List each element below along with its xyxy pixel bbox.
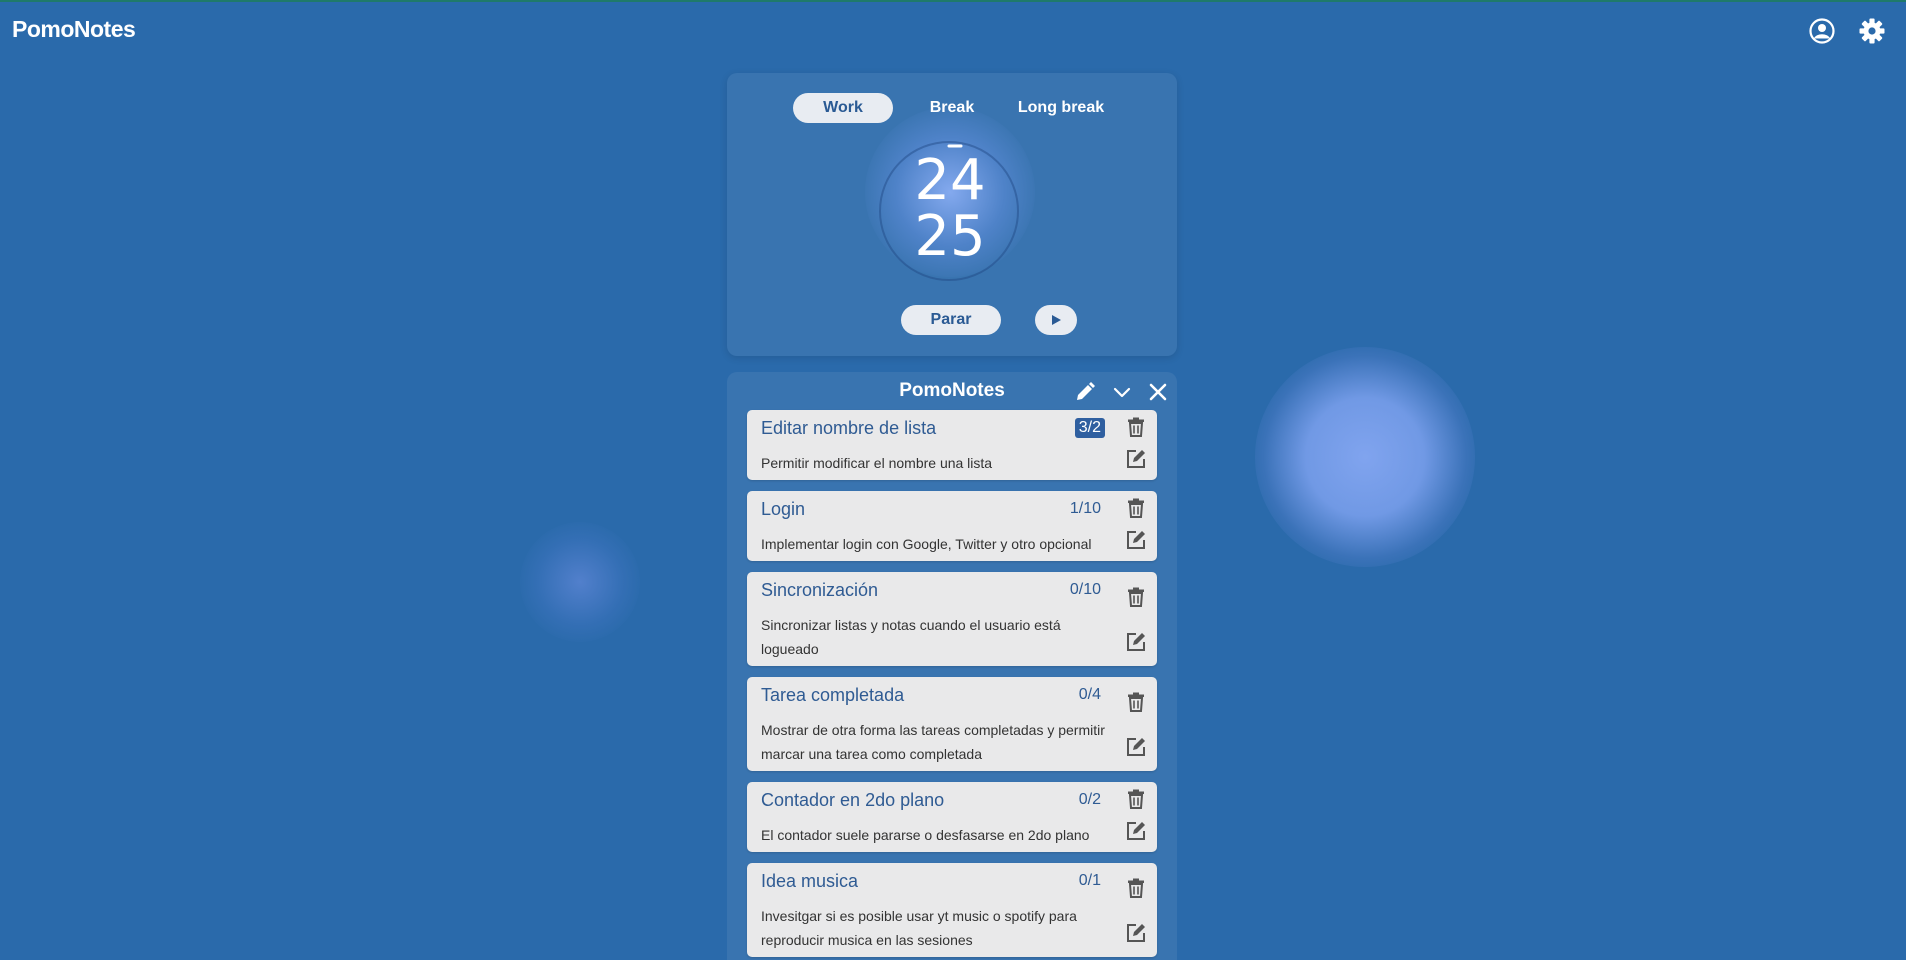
note-title: Sincronización — [761, 580, 879, 600]
note-title: Login — [761, 499, 806, 519]
note-description: El contador suele pararse o desfasarse e… — [761, 827, 1090, 843]
note-pomodoro-count: 0/4 — [1078, 686, 1101, 703]
play-icon — [1052, 315, 1061, 325]
app-title: PomoNotes — [12, 16, 136, 42]
trash-icon[interactable] — [1125, 691, 1147, 713]
note-description: Invesitgar si es posible usar yt music o… — [761, 908, 1077, 948]
timer-card: Work Break Long break 24 25 Parar — [727, 73, 1177, 356]
note-item[interactable]: Tarea completada 0/4 Mostrar de otra for… — [747, 677, 1157, 771]
note-item[interactable]: Sincronización 0/10 Sincronizar listas y… — [747, 572, 1157, 666]
note-item[interactable]: Editar nombre de lista 3/2 Permitir modi… — [747, 410, 1157, 480]
note-pomodoro-count: 0/1 — [1078, 872, 1101, 889]
trash-icon[interactable] — [1125, 586, 1147, 608]
note-pomodoro-count: 1/10 — [1069, 500, 1101, 517]
gear-icon[interactable] — [1858, 17, 1886, 45]
note-title: Tarea completada — [761, 685, 905, 705]
edit-icon[interactable] — [1125, 922, 1147, 944]
play-button[interactable] — [1035, 305, 1077, 335]
user-circle-icon[interactable] — [1808, 17, 1836, 45]
notes-list-card: PomoNotes Editar nombre de lista 3/2 Per… — [727, 372, 1177, 960]
note-item[interactable]: Contador en 2do plano 0/2 El contador su… — [747, 782, 1157, 852]
edit-icon[interactable] — [1125, 448, 1147, 470]
note-description: Implementar login con Google, Twitter y … — [761, 536, 1092, 552]
trash-icon[interactable] — [1125, 416, 1147, 438]
note-title: Contador en 2do plano — [761, 790, 945, 810]
trash-icon[interactable] — [1125, 497, 1147, 519]
chevron-down-icon[interactable] — [1110, 380, 1134, 404]
note-item[interactable]: Login 1/10 Implementar login con Google,… — [747, 491, 1157, 561]
timer-seconds: 25 — [914, 204, 986, 269]
edit-icon[interactable] — [1125, 736, 1147, 758]
tab-long-break[interactable]: Long break — [1011, 93, 1111, 123]
note-pomodoro-count: 0/2 — [1078, 791, 1101, 808]
note-pomodoro-count: 3/2 — [1074, 418, 1105, 438]
edit-icon[interactable] — [1125, 631, 1147, 653]
stop-button[interactable]: Parar — [901, 305, 1001, 335]
background-glow — [1255, 347, 1475, 567]
note-title: Idea musica — [761, 871, 859, 891]
pencil-icon[interactable] — [1073, 380, 1097, 404]
trash-icon[interactable] — [1125, 877, 1147, 899]
note-description: Sincronizar listas y notas cuando el usu… — [761, 617, 1061, 657]
note-title: Editar nombre de lista — [761, 418, 937, 438]
trash-icon[interactable] — [1125, 788, 1147, 810]
tab-work[interactable]: Work — [793, 93, 893, 123]
tab-break[interactable]: Break — [893, 93, 1011, 123]
note-pomodoro-count: 0/10 — [1069, 581, 1101, 598]
timer-display: 24 25 — [877, 153, 1023, 265]
timer-minutes: 24 — [914, 148, 986, 213]
close-icon[interactable] — [1146, 380, 1170, 404]
note-description: Permitir modificar el nombre una lista — [761, 455, 993, 471]
note-description: Mostrar de otra forma las tareas complet… — [761, 722, 1105, 762]
timer-mode-tabs: Work Break Long break — [793, 93, 1111, 123]
background-glow — [520, 522, 640, 642]
edit-icon[interactable] — [1125, 820, 1147, 842]
note-item[interactable]: Idea musica 0/1 Invesitgar si es posible… — [747, 863, 1157, 957]
edit-icon[interactable] — [1125, 529, 1147, 551]
